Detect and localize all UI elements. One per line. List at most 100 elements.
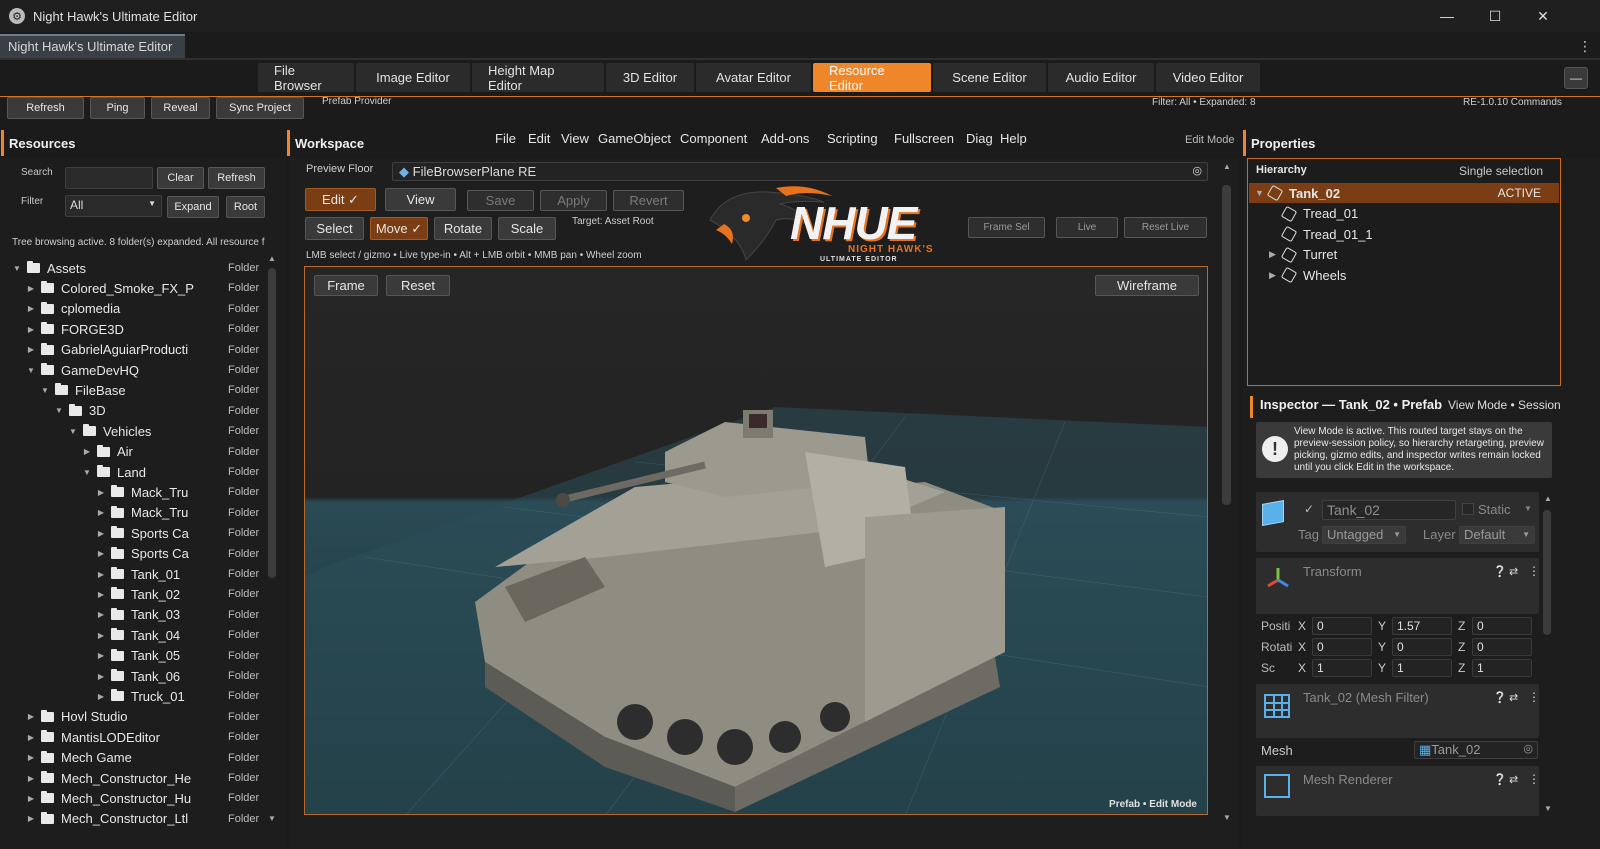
save-button[interactable]: Save (467, 190, 534, 211)
tree-item[interactable]: ▶ Colored_Smoke_FX_P Folder (0, 278, 268, 298)
help-icon[interactable]: ❔ (1493, 691, 1507, 704)
rotate-tool-button[interactable]: Rotate (434, 217, 492, 240)
collapsed-arrow-icon[interactable]: ▶ (96, 692, 106, 701)
select-tool-button[interactable]: Select (305, 217, 364, 240)
menu-component[interactable]: Component (680, 131, 747, 146)
collapsed-arrow-icon[interactable]: ▶ (96, 672, 106, 681)
inspector-scrollbar[interactable] (1543, 510, 1551, 635)
scroll-up-icon[interactable]: ▲ (1544, 494, 1552, 503)
wireframe-button[interactable]: Wireframe (1095, 275, 1199, 296)
chevron-down-icon[interactable]: ▼ (1524, 504, 1532, 513)
scale-z-field[interactable]: 1 (1472, 659, 1532, 677)
maximize-icon[interactable]: ☐ (1472, 0, 1518, 32)
more-options-icon[interactable]: ⋮ (1578, 38, 1592, 55)
tree-item[interactable]: ▶ Tank_06 Folder (0, 666, 268, 686)
reset-view-button[interactable]: Reset (386, 275, 450, 296)
version-commands[interactable]: RE-1.0.10 Commands (1463, 97, 1562, 108)
tree-item[interactable]: ▶ Tank_02 Folder (0, 584, 268, 604)
tree-item[interactable]: ▼ Vehicles Folder (0, 421, 268, 441)
reset-live-button[interactable]: Reset Live (1124, 217, 1207, 238)
tree-item[interactable]: ▶ Hovl Studio Folder (0, 707, 268, 727)
tree-item[interactable]: ▶ Mech_Constructor_Ltl Folder (0, 809, 268, 829)
collapsed-arrow-icon[interactable]: ▶ (96, 570, 106, 579)
tree-item[interactable]: ▶ Sports Ca Folder (0, 523, 268, 543)
hierarchy-item[interactable]: Tread_01 (1249, 204, 1559, 224)
filter-select[interactable]: All ▼ (65, 195, 162, 217)
tab-3d-editor[interactable]: 3D Editor (606, 63, 694, 92)
tab-scene-editor[interactable]: Scene Editor (933, 63, 1046, 92)
tree-item[interactable]: ▶ Mech Game Folder (0, 748, 268, 768)
preset-icon[interactable]: ⇄ (1509, 691, 1518, 704)
refresh-tree-button[interactable]: Refresh (208, 167, 265, 189)
tree-item[interactable]: ▼ GameDevHQ Folder (0, 360, 268, 380)
menu-add-ons[interactable]: Add-ons (761, 131, 809, 146)
workspace-scrollbar[interactable] (1222, 185, 1231, 505)
layer-select[interactable]: Default ▼ (1459, 526, 1535, 544)
live-button[interactable]: Live (1056, 217, 1118, 238)
scroll-up-icon[interactable]: ▲ (268, 254, 276, 263)
expanded-arrow-icon[interactable]: ▼ (26, 366, 36, 375)
reveal-button[interactable]: Reveal (151, 97, 210, 119)
tree-scrollbar[interactable] (268, 268, 276, 578)
tree-item[interactable]: ▶ FORGE3D Folder (0, 319, 268, 339)
tree-item[interactable]: ▼ 3D Folder (0, 401, 268, 421)
edit-button[interactable]: Edit ✓ (305, 188, 376, 211)
tree-item[interactable]: ▼ FileBase Folder (0, 380, 268, 400)
collapsed-arrow-icon[interactable]: ▶ (26, 814, 36, 823)
tree-item[interactable]: ▶ Tank_01 Folder (0, 564, 268, 584)
hierarchy-item[interactable]: Tread_01_1 (1249, 224, 1559, 244)
collapsed-arrow-icon[interactable]: ▶ (96, 529, 106, 538)
3d-viewport[interactable]: Frame Reset Wireframe Prefab • Edit Mode (304, 266, 1208, 815)
preset-icon[interactable]: ⇄ (1509, 773, 1518, 786)
tree-item[interactable]: ▼ Assets Folder (0, 258, 268, 278)
sync-project-button[interactable]: Sync Project (216, 97, 304, 119)
menu-file[interactable]: File (495, 131, 516, 146)
root-button[interactable]: Root (226, 196, 265, 218)
menu-edit[interactable]: Edit (528, 131, 550, 146)
mesh-field[interactable]: ▦Tank_02 ◎ (1414, 741, 1538, 759)
tag-select[interactable]: Untagged ▼ (1322, 526, 1406, 544)
collapsed-arrow-icon[interactable]: ▶ (26, 733, 36, 742)
rotation-x-field[interactable]: 0 (1312, 638, 1372, 656)
collapsed-arrow-icon[interactable]: ▶ (26, 712, 36, 721)
tab-audio-editor[interactable]: Audio Editor (1048, 63, 1154, 92)
expanded-arrow-icon[interactable]: ▼ (40, 386, 50, 395)
object-name-field[interactable]: Tank_02 (1322, 500, 1456, 520)
clear-button[interactable]: Clear (157, 167, 204, 189)
tree-item[interactable]: ▶ Tank_05 Folder (0, 646, 268, 666)
position-x-field[interactable]: 0 (1312, 617, 1372, 635)
expanded-arrow-icon[interactable]: ▼ (82, 468, 92, 477)
scale-y-field[interactable]: 1 (1392, 659, 1452, 677)
collapsed-arrow-icon[interactable]: ▶ (26, 284, 36, 293)
tree-item[interactable]: ▶ Tank_03 Folder (0, 605, 268, 625)
target-icon[interactable]: ◎ (1523, 742, 1533, 755)
close-icon[interactable]: ✕ (1520, 0, 1566, 32)
hierarchy-item[interactable]: ▶ Wheels (1249, 265, 1559, 285)
collapsed-arrow-icon[interactable]: ▶ (26, 774, 36, 783)
expanded-arrow-icon[interactable]: ▼ (54, 406, 64, 415)
frame-button[interactable]: Frame (314, 275, 378, 296)
rotation-z-field[interactable]: 0 (1472, 638, 1532, 656)
collapsed-arrow-icon[interactable]: ▶ (82, 447, 92, 456)
tab-image-editor[interactable]: Image Editor (356, 63, 470, 92)
hierarchy-item[interactable]: ▶ Turret (1249, 245, 1559, 265)
tree-item[interactable]: ▼ Land Folder (0, 462, 268, 482)
collapsed-arrow-icon[interactable]: ▶ (96, 508, 106, 517)
tree-item[interactable]: ▶ Mech_Constructor_Hu Folder (0, 788, 268, 808)
tab-height-map-editor[interactable]: Height Map Editor (472, 63, 604, 93)
tree-item[interactable]: ▶ GabrielAguiarProducti Folder (0, 340, 268, 360)
target-icon[interactable]: ◎ (1192, 164, 1202, 177)
tree-item[interactable]: ▶ Sports Ca Folder (0, 544, 268, 564)
menu-gameobject[interactable]: GameObject (598, 131, 671, 146)
menu-help[interactable]: Help (1000, 131, 1027, 146)
expanded-arrow-icon[interactable]: ▼ (68, 427, 78, 436)
collapsed-arrow-icon[interactable]: ▶ (26, 345, 36, 354)
scroll-down-icon[interactable]: ▼ (268, 814, 276, 823)
collapsed-arrow-icon[interactable]: ▶ (26, 794, 36, 803)
scroll-down-icon[interactable]: ▼ (1544, 804, 1552, 813)
menu-fullscreen[interactable]: Fullscreen (894, 131, 954, 146)
menu-scripting[interactable]: Scripting (827, 131, 878, 146)
collapsed-arrow-icon[interactable]: ▶ (96, 651, 106, 660)
scroll-down-icon[interactable]: ▼ (1223, 813, 1231, 822)
collapsed-arrow-icon[interactable]: ▶ (26, 304, 36, 313)
